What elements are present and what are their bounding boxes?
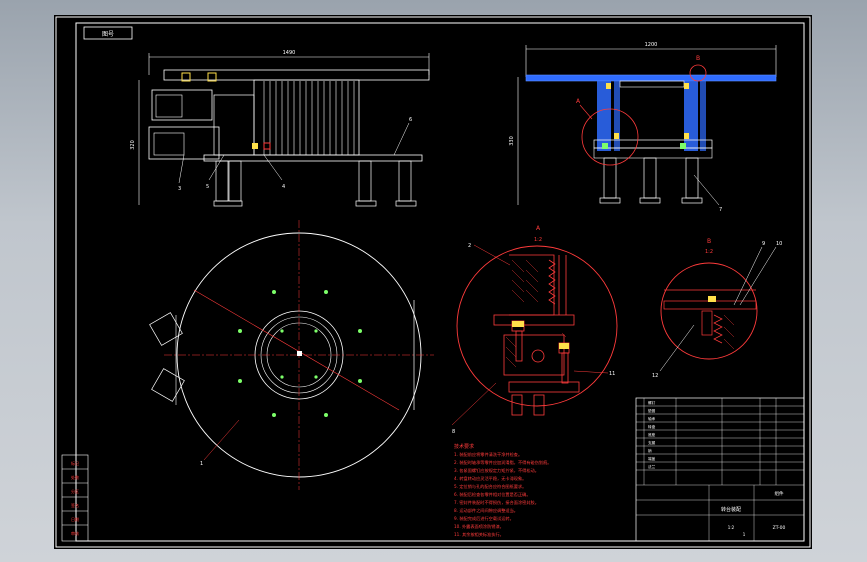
balloon-8: 8 [452, 429, 455, 435]
note-line: 3. 各紧固螺钉应按规定力矩拧紧，不得松动。 [454, 467, 539, 474]
balloon-6: 6 [409, 117, 412, 123]
side-label: 日期 [71, 516, 79, 522]
detail-b-tag: B [696, 55, 700, 62]
title-block-scale: 1:2 [728, 525, 735, 530]
balloon-9: 9 [762, 241, 765, 247]
detail-a-scale: 1:2 [534, 237, 542, 243]
section-top-dimension: 1200 [645, 42, 658, 48]
part-row: 螺钉 [648, 400, 656, 405]
note-line: 10. 外露表面喷涂防锈漆。 [454, 523, 504, 530]
note-line: 11. 其余按相关标准执行。 [454, 531, 504, 538]
part-row: 转盘 [648, 424, 656, 429]
detail-a-view: A 1:2 2 8 11 [451, 225, 618, 435]
balloon-4: 4 [282, 184, 285, 190]
note-line: 8. 运动部件之间间隙应调整适当。 [454, 507, 518, 514]
balloon-7: 7 [719, 207, 722, 213]
side-label: 处数 [71, 474, 79, 480]
note-line: 7. 密封件装配时不得损伤，接合面涂密封胶。 [454, 499, 539, 506]
top-dimension: 1490 [283, 50, 296, 56]
technical-notes: 技术要求 1. 装配前应将零件清洗干净并检查。 2. 装配时轴承等零件应加润滑脂… [454, 443, 551, 538]
balloon-2: 2 [468, 243, 471, 249]
side-panel: 标记 处数 分区 签名 日期 审核 [61, 454, 89, 542]
balloon-12: 12 [652, 373, 658, 379]
note-line: 2. 装配时轴承等零件应加润滑脂，不得有碰伤划痕。 [454, 459, 551, 466]
balloon-11: 11 [609, 371, 615, 377]
note-line: 9. 装配完成后进行空载试运转。 [454, 515, 514, 522]
detail-b-view: B 1:2 9 10 12 [652, 238, 782, 379]
cad-drawing: 图号 1490 320 3 5 4 6 1200 330 A B 7 1 A 1… [55, 16, 811, 548]
cad-viewport[interactable]: 图号 1490 320 3 5 4 6 1200 330 A B 7 1 A 1… [0, 0, 867, 562]
part-row: 底座 [648, 432, 656, 437]
detail-a-tag: A [576, 98, 581, 105]
part-row: 销 [648, 448, 652, 453]
side-label: 分区 [71, 488, 79, 494]
detail-b-scale: 1:2 [705, 249, 713, 255]
title-block-drawing-no: ZT-00 [773, 525, 786, 531]
side-label: 签名 [71, 502, 79, 508]
plan-view: 1 [149, 220, 434, 490]
part-row: 支腿 [648, 440, 656, 445]
title-block-sheet: 1 [743, 532, 746, 537]
drawing-sheet: 图号 1490 320 3 5 4 6 1200 330 A B 7 1 A 1… [54, 15, 812, 549]
detail-a-label: A [536, 225, 541, 232]
note-line: 1. 装配前应将零件清洗干净并检查。 [454, 451, 522, 458]
code-box-text: 图号 [102, 31, 114, 38]
title-block-material: 组件 [775, 490, 784, 497]
side-label: 审核 [71, 530, 79, 536]
balloon-5: 5 [206, 184, 209, 190]
part-row: 端盖 [648, 456, 656, 461]
notes-title: 技术要求 [454, 443, 474, 450]
side-label: 标记 [71, 460, 79, 466]
front-view: 1490 320 3 5 4 6 [130, 50, 430, 207]
balloon-3: 3 [178, 186, 181, 192]
part-row: 轴承 [648, 416, 656, 421]
section-view: 1200 330 A B 7 [509, 42, 777, 213]
note-line: 4. 转盘转动应灵活平稳，无卡滞现象。 [454, 475, 526, 482]
balloon-10: 10 [776, 241, 782, 247]
detail-b-label: B [707, 238, 711, 245]
section-left-dimension: 330 [509, 136, 515, 146]
part-row: 垫圈 [648, 408, 656, 413]
front-left-dimension: 320 [130, 140, 136, 150]
balloon-1: 1 [200, 461, 203, 467]
title-block-name: 转台装配 [721, 506, 741, 513]
note-line: 6. 装配后检查各零件相对位置是否正确。 [454, 491, 531, 498]
part-row: 法兰 [648, 464, 656, 469]
note-line: 5. 定位销与孔的配合应符合图纸要求。 [454, 483, 526, 490]
title-block: 螺钉 垫圈 轴承 转盘 底座 支腿 销 端盖 法兰 转台装配 组件 ZT-00 … [635, 397, 805, 542]
